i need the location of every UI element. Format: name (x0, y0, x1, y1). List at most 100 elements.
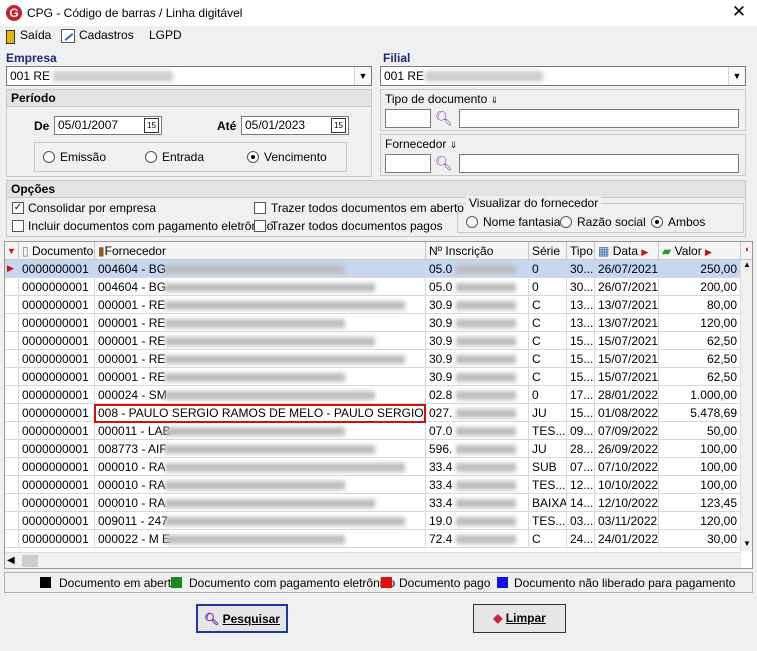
incluir-eletronico-checkbox[interactable] (12, 220, 24, 232)
row-indicator[interactable]: ▶ (5, 260, 19, 278)
cell-tipo: 15... (567, 350, 595, 368)
menu-lgpd[interactable]: LGPD (149, 28, 182, 42)
calendar-icon[interactable]: 15 (144, 118, 159, 133)
col-inscricao[interactable]: Nº Inscrição (426, 242, 529, 260)
table-row[interactable]: 0000000001 000010 - RA 33.4 TES... 12... 10/1… (5, 476, 741, 494)
table-row[interactable]: 0000000001 004604 - BG 05.0 0 30... 26/07/202… (5, 278, 741, 296)
cell-doc: 0000000001 (19, 332, 95, 350)
table-row[interactable]: 0000000001 000001 - RE 30.9 C 13... 13/07/202… (5, 314, 741, 332)
row-indicator[interactable] (5, 440, 19, 458)
periodo-label: Período (7, 90, 371, 107)
table-row[interactable]: 0000000001 000001 - RE 30.9 C 15... 15/07/202… (5, 368, 741, 386)
search-icon[interactable]: 🔍︎ (435, 110, 453, 127)
row-indicator[interactable] (5, 476, 19, 494)
menu-saida[interactable]: Saída (20, 28, 51, 42)
row-indicator[interactable] (5, 296, 19, 314)
menu-cadastros[interactable]: Cadastros (79, 28, 134, 42)
table-row[interactable]: 0000000001 009011 - 247 19.0 TES... 03... 03/… (5, 512, 741, 530)
redacted-text (456, 463, 516, 472)
table-row[interactable]: 0000000001 000001 - RE 30.9 C 15... 15/07/202… (5, 350, 741, 368)
row-indicator[interactable] (5, 332, 19, 350)
horizontal-scrollbar[interactable]: ◀ (5, 552, 741, 568)
ate-label: Até (217, 119, 237, 133)
col-tipo[interactable]: Tipo (567, 242, 595, 260)
table-row[interactable]: 0000000001 000022 - M E 72.4 C 24... 24/01/20… (5, 530, 741, 548)
cell-data: 26/07/2021 (595, 260, 659, 278)
table-row[interactable]: ▶ 0000000001 004604 - BG 05.0 0 30... 26/07/20… (5, 260, 741, 278)
cell-serie: JU (529, 440, 567, 458)
redacted-text (456, 319, 516, 328)
cell-data: 13/07/2021 (595, 296, 659, 314)
col-valor[interactable]: ▰ Valor ▶ (659, 242, 741, 260)
tipo-documento-desc-input[interactable] (459, 109, 739, 128)
row-indicator[interactable] (5, 494, 19, 512)
row-indicator[interactable] (5, 422, 19, 440)
redacted-text (456, 409, 516, 418)
radio-nome-fantasia[interactable] (466, 216, 478, 228)
row-indicator[interactable] (5, 314, 19, 332)
scroll-left-icon[interactable]: ◀ (7, 555, 15, 566)
chevron-down-icon[interactable]: ▼ (728, 67, 745, 85)
redacted-text (53, 71, 173, 82)
redacted-text (165, 499, 375, 508)
chevron-down-icon[interactable]: ▼ (354, 67, 371, 85)
radio-emissao[interactable] (43, 151, 55, 163)
trazer-aberto-checkbox[interactable] (254, 202, 266, 214)
col-serie[interactable]: Série (529, 242, 567, 260)
radio-razao-social[interactable] (560, 216, 572, 228)
redacted-text (456, 355, 516, 364)
radio-entrada[interactable] (145, 151, 157, 163)
row-indicator[interactable] (5, 368, 19, 386)
row-indicator[interactable] (5, 386, 19, 404)
table-row[interactable]: 0000000001 000011 - LAB 07.0 TES... 09... 07/… (5, 422, 741, 440)
cell-insc: 05.0 (426, 260, 529, 278)
table-row[interactable]: 0000000001 000001 - RE 30.9 C 15... 15/07/202… (5, 332, 741, 350)
redacted-text (165, 337, 375, 346)
close-icon[interactable]: ✕ (729, 2, 749, 22)
row-indicator[interactable] (5, 350, 19, 368)
row-indicator[interactable] (5, 530, 19, 548)
col-fornecedor[interactable]: ▮Fornecedor (95, 242, 426, 260)
radio-ambos[interactable] (651, 216, 663, 228)
documents-grid[interactable]: ▼ ▯ Documento ▮Fornecedor Nº Inscrição S… (4, 241, 753, 569)
row-indicator[interactable] (5, 458, 19, 476)
fornecedor-code-input[interactable] (385, 154, 431, 173)
cell-forn: 008773 - AIF (95, 440, 426, 458)
header-menu-icon[interactable]: ▼ (5, 242, 19, 260)
empresa-select[interactable]: 001 RE ▼ (6, 66, 372, 86)
scroll-thumb[interactable] (22, 555, 38, 567)
row-indicator[interactable] (5, 512, 19, 530)
fornecedor-desc-input[interactable] (459, 154, 739, 173)
cell-insc: 596. (426, 440, 529, 458)
scroll-columns-icon[interactable]: ◖ (741, 242, 752, 260)
calendar-icon[interactable]: 15 (331, 118, 346, 133)
row-indicator[interactable] (5, 404, 19, 422)
table-row[interactable]: 0000000001 000010 - RA 33.4 BAIXA 14... 12/10… (5, 494, 741, 512)
col-data[interactable]: ▦ Data ▶ (595, 242, 659, 260)
pesquisar-button[interactable]: 🔍︎ Pesquisar (196, 604, 288, 633)
tipo-documento-code-input[interactable] (385, 109, 431, 128)
trazer-pagos-checkbox[interactable] (254, 220, 266, 232)
filial-select[interactable]: 001 RE ▼ (380, 66, 746, 86)
consolidar-checkbox[interactable]: ✓ (12, 202, 24, 214)
cell-serie: JU (529, 404, 567, 422)
table-row[interactable]: 0000000001 000024 - SM 02.8 0 17... 28/01/202… (5, 386, 741, 404)
search-icon[interactable]: 🔍︎ (435, 155, 453, 172)
cell-valor: 123,45 (659, 494, 741, 512)
cell-valor: 100,00 (659, 476, 741, 494)
cell-forn: 009011 - 247 (95, 512, 426, 530)
scroll-down-icon[interactable]: ▼ (743, 539, 751, 548)
redacted-text (165, 445, 375, 454)
table-row[interactable]: 0000000001 000001 - RE 30.9 C 13... 13/07/202… (5, 296, 741, 314)
scroll-up-icon[interactable]: ▲ (743, 260, 751, 269)
row-indicator[interactable] (5, 278, 19, 296)
radio-vencimento[interactable] (247, 151, 259, 163)
cell-serie: C (529, 350, 567, 368)
limpar-button[interactable]: ◆ Limpar (473, 604, 566, 633)
col-documento[interactable]: ▯ Documento (19, 242, 95, 260)
radio-ambos-label: Ambos (668, 215, 706, 229)
vertical-scrollbar[interactable]: ▲ ▼ (740, 260, 752, 551)
table-row[interactable]: 0000000001 000010 - RA 33.4 SUB 07... 07/10/2… (5, 458, 741, 476)
table-row[interactable]: 0000000001 008773 - AIF 596. JU 28... 26/09/2… (5, 440, 741, 458)
cell-data: 13/07/2021 (595, 314, 659, 332)
